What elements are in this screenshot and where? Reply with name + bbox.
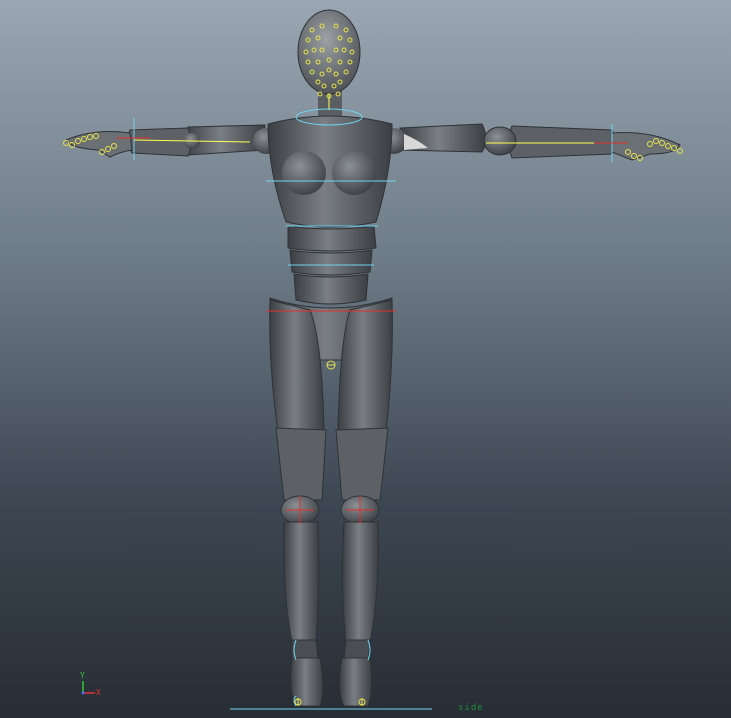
character-model[interactable] [65, 9, 681, 707]
right-forearm[interactable] [508, 125, 616, 159]
head[interactable] [297, 9, 361, 95]
left-breast [282, 151, 326, 195]
axis-y-label: Y [80, 671, 85, 680]
right-knee-cap[interactable] [335, 427, 389, 501]
axis-x-label: X [96, 688, 101, 697]
view-axis-icon [81, 681, 95, 695]
left-hand[interactable] [65, 131, 133, 158]
abdomen-upper[interactable] [287, 225, 377, 252]
abdomen-lower[interactable] [293, 273, 369, 305]
left-knee-cap[interactable] [275, 427, 327, 501]
right-elbow-joint[interactable] [483, 126, 517, 156]
left-foot[interactable] [290, 657, 324, 707]
left-shin[interactable] [283, 521, 320, 643]
scene-canvas[interactable] [0, 0, 731, 718]
left-forearm[interactable] [127, 127, 192, 157]
right-shin[interactable] [341, 521, 379, 643]
right-foot[interactable] [338, 657, 373, 707]
camera-name-label: side [458, 703, 484, 713]
right-hand[interactable] [611, 132, 681, 161]
abdomen-middle[interactable] [289, 249, 373, 276]
right-ankle[interactable] [343, 639, 371, 661]
maya-viewport[interactable]: Y X side [0, 0, 731, 718]
left-ankle[interactable] [291, 639, 319, 661]
right-breast [332, 151, 376, 195]
